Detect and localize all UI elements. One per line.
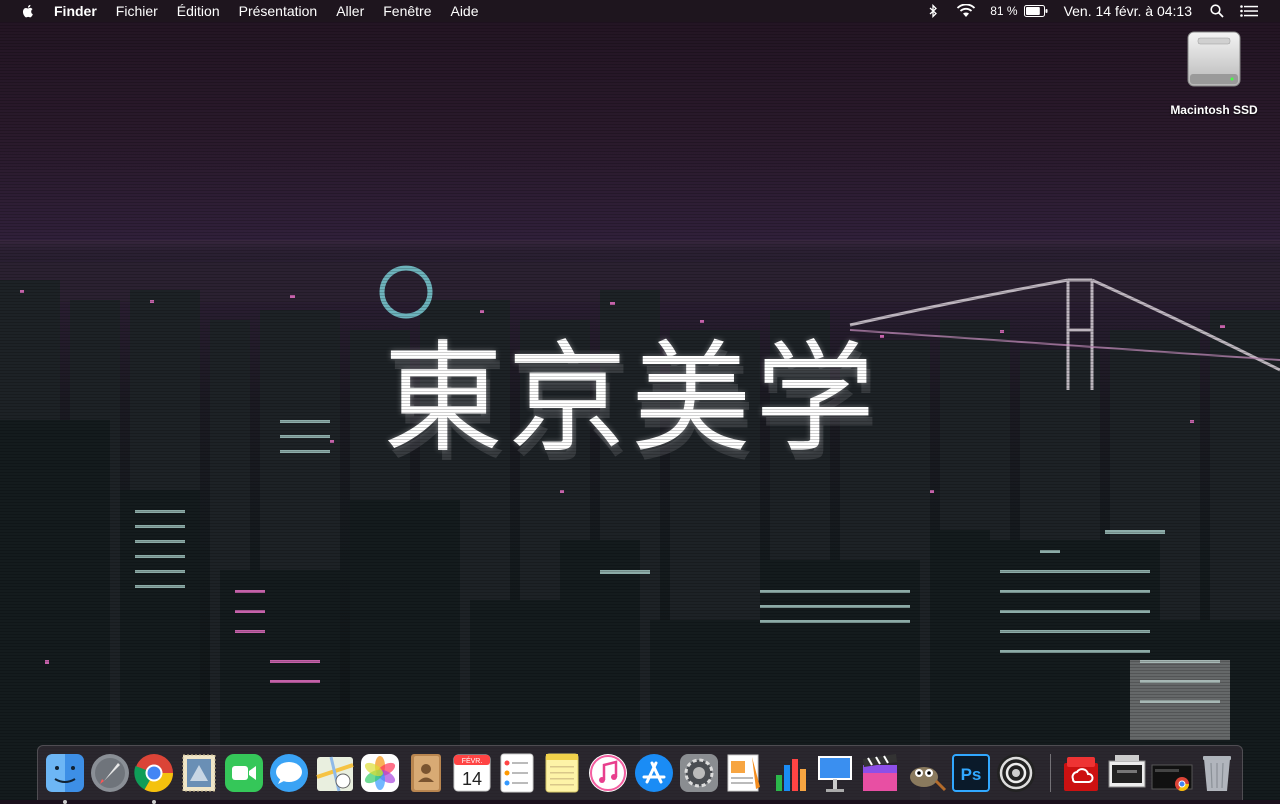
photos-icon (361, 754, 399, 792)
dock-app-numbers[interactable] (768, 751, 812, 795)
maps-icon (316, 756, 354, 792)
screenshot-icon (1108, 755, 1146, 788)
city-skyline-image (0, 240, 1280, 800)
dock-app-finder[interactable] (43, 751, 87, 804)
menu-fichier[interactable]: Fichier (116, 3, 158, 19)
dock-item-chrome-folder[interactable] (1150, 751, 1194, 795)
rocket-icon (91, 754, 129, 792)
dock-app-photos[interactable] (358, 751, 402, 795)
menu-edition[interactable]: Édition (177, 3, 220, 19)
dock-item-creative-cloud[interactable] (1059, 751, 1103, 795)
messages-icon (270, 754, 308, 792)
dock-app-chrome[interactable] (132, 751, 176, 804)
dock-app-messages[interactable] (267, 751, 311, 795)
dock-app-mail[interactable] (177, 751, 221, 795)
battery-percent[interactable]: 81 % (990, 4, 1017, 18)
mail-stamp-icon (182, 754, 216, 792)
dock-app-app-store[interactable] (632, 751, 676, 795)
dock-app-facetime[interactable] (222, 751, 266, 795)
notes-icon (545, 753, 579, 793)
bluetooth-icon[interactable] (928, 4, 938, 18)
menu-fenetre[interactable]: Fenêtre (383, 3, 431, 19)
dock-item-trash[interactable] (1195, 751, 1239, 795)
dock-app-system-preferences[interactable] (677, 751, 721, 795)
dock-app-itunes[interactable] (586, 751, 630, 795)
pages-icon (727, 754, 760, 792)
running-indicator (152, 800, 156, 804)
dock-app-pages[interactable] (722, 751, 766, 795)
search-icon[interactable] (1210, 4, 1224, 18)
gimp-icon (910, 767, 947, 792)
hard-drive-icon (1187, 31, 1241, 87)
wifi-icon[interactable] (956, 4, 976, 18)
desktop-icon-macintosh-ssd[interactable]: Macintosh SSD (1160, 28, 1268, 117)
music-icon (589, 754, 627, 792)
facetime-icon (225, 754, 263, 792)
menu-app-finder[interactable]: Finder (54, 3, 97, 19)
dock: FÉVR. 14 Ps (37, 745, 1243, 804)
calendar-day: 14 (462, 769, 482, 789)
photoshop-badge: Ps (961, 765, 982, 784)
finder-icon (46, 754, 84, 792)
menu-presentation[interactable]: Présentation (239, 3, 318, 19)
battery-icon[interactable] (1023, 5, 1048, 17)
dock-app-notes[interactable] (540, 751, 584, 795)
dock-app-reminders[interactable] (495, 751, 539, 795)
trash-icon (1203, 756, 1231, 791)
menu-aller[interactable]: Aller (336, 3, 364, 19)
dock-item-screenshot[interactable] (1105, 751, 1149, 795)
creative-cloud-icon (1064, 757, 1098, 791)
menu-bar: Finder Fichier Édition Présentation Alle… (0, 0, 1280, 22)
lens-icon (997, 754, 1035, 792)
menu-aide[interactable]: Aide (450, 3, 478, 19)
desktop-wallpaper: 東京美学 (0, 0, 1280, 800)
dock-app-final-cut-pro[interactable] (858, 751, 902, 795)
dock-app-calendar[interactable]: FÉVR. 14 (450, 751, 494, 795)
dock-app-keynote[interactable] (813, 751, 857, 795)
dock-app-aperture[interactable] (994, 751, 1038, 795)
wallpaper-title-text: 東京美学 (383, 330, 879, 469)
clapper-icon (863, 754, 897, 791)
dock-app-maps[interactable] (313, 751, 357, 795)
gear-icon (680, 754, 718, 792)
menu-clock[interactable]: Ven. 14 févr. à 04:13 (1064, 3, 1192, 19)
reminders-icon (500, 753, 534, 793)
dock-separator (1050, 754, 1051, 792)
chrome-folder-icon (1151, 764, 1193, 791)
contacts-icon (411, 754, 441, 792)
photoshop-icon: Ps (952, 754, 990, 792)
running-indicator (63, 800, 67, 804)
chrome-icon (134, 754, 174, 793)
dock-app-contacts[interactable] (404, 751, 448, 795)
dock-app-launchpad[interactable] (88, 751, 132, 795)
calendar-month: FÉVR. (462, 756, 483, 765)
dock-app-photoshop[interactable]: Ps (949, 751, 993, 795)
keynote-icon (818, 756, 852, 792)
apple-logo-icon[interactable] (20, 3, 36, 19)
status-area: 81 % Ven. 14 févr. à 04:13 (928, 0, 1280, 22)
app-store-icon (635, 754, 673, 792)
numbers-icon (776, 759, 806, 791)
list-icon[interactable] (1240, 5, 1258, 17)
calendar-icon: FÉVR. 14 (453, 754, 491, 792)
dock-app-gimp[interactable] (904, 751, 948, 795)
desktop-icon-label: Macintosh SSD (1170, 103, 1258, 117)
